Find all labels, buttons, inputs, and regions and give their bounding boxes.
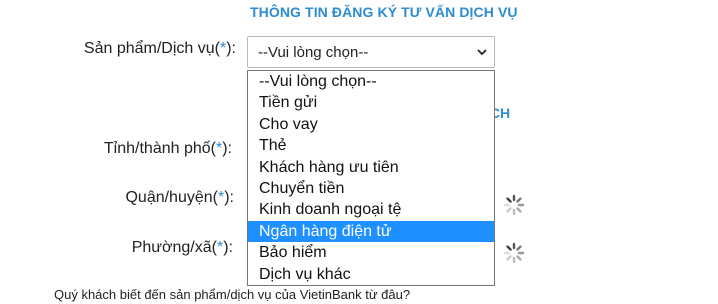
- form-title: THÔNG TIN ĐĂNG KÝ TƯ VẤN DỊCH VỤ: [250, 4, 518, 20]
- province-label-text: Tỉnh/thành phố(: [103, 140, 216, 157]
- district-label-end: ):: [224, 189, 234, 206]
- loading-spinner-icon: [503, 242, 525, 264]
- dropdown-option[interactable]: --Vui lòng chọn--: [248, 71, 494, 92]
- dropdown-option[interactable]: Cho vay: [248, 114, 494, 135]
- district-label: Quận/huyện(*):: [0, 189, 234, 207]
- dropdown-option[interactable]: Chuyển tiền: [248, 178, 494, 199]
- product-select-value: --Vui lòng chọn--: [258, 44, 369, 61]
- dropdown-option[interactable]: Tiền gửi: [248, 92, 494, 113]
- product-label: Sản phẩm/Dịch vụ(*):: [0, 40, 236, 58]
- ward-label: Phường/xã(*):: [0, 239, 233, 257]
- dropdown-option[interactable]: Khách hàng ưu tiên: [248, 157, 494, 178]
- dropdown-option[interactable]: Thẻ: [248, 135, 494, 156]
- dropdown-option[interactable]: Bảo hiểm: [248, 242, 494, 263]
- consultation-form: THÔNG TIN ĐĂNG KÝ TƯ VẤN DỊCH VỤ ICH Sản…: [0, 0, 718, 304]
- loading-spinner-icon: [503, 194, 525, 216]
- product-label-end: ):: [226, 40, 236, 57]
- dropdown-option[interactable]: Kinh doanh ngoại tệ: [248, 199, 494, 220]
- source-question: Quý khách biết đến sản phẩm/dịch vụ của …: [54, 287, 411, 302]
- province-label: Tỉnh/thành phố(*):: [0, 140, 232, 158]
- district-label-text: Quận/huyện(: [125, 189, 218, 206]
- product-select[interactable]: --Vui lòng chọn--: [247, 36, 495, 68]
- ward-label-end: ):: [223, 239, 233, 256]
- dropdown-option[interactable]: Ngân hàng điện tử: [248, 220, 494, 243]
- ward-label-text: Phường/xã(: [131, 239, 217, 256]
- product-dropdown-list[interactable]: --Vui lòng chọn-- Tiền gửi Cho vay Thẻ Khách…: [247, 70, 495, 286]
- chevron-down-icon: [477, 49, 487, 56]
- product-label-text: Sản phẩm/Dịch vụ(: [83, 40, 220, 57]
- dropdown-option[interactable]: Dịch vụ khác: [248, 264, 494, 285]
- province-label-end: ):: [222, 140, 232, 157]
